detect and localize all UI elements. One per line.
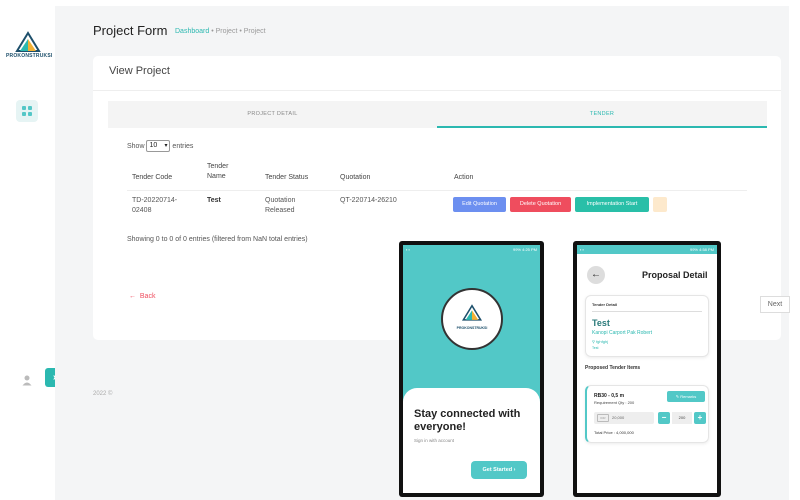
app-logo[interactable]: PROKONSTRUKSI — [6, 30, 53, 59]
breadcrumb-dashboard[interactable]: Dashboard — [175, 28, 209, 35]
notification-icon: ▪ ▪ — [580, 247, 584, 252]
tender-detail-label: Tender Detail — [592, 302, 618, 307]
status-bar: ▪ ▪ 99% 4:25 PM — [403, 245, 540, 254]
divider — [592, 311, 702, 312]
cell-tender-status: Quotation Released — [265, 197, 296, 214]
dashboard-nav-icon[interactable] — [16, 100, 38, 122]
back-arrow-icon[interactable]: ← — [587, 266, 605, 284]
card-title: View Project — [109, 65, 170, 77]
total-price: Total Price : 4,000,000 — [594, 430, 634, 435]
grid-icon — [28, 106, 32, 110]
col-header-action: Action — [454, 174, 474, 181]
status-bar-time: 99% 4:58 PM — [689, 247, 714, 252]
item-requirement: Requirement Qty : 200 — [594, 400, 635, 405]
status-bar: ▪ ▪ 99% 4:58 PM — [577, 245, 717, 254]
divider — [93, 90, 781, 91]
welcome-card: Stay connected with everyone! Sign in wi… — [403, 388, 540, 493]
app-logo-circle: PROKONSTRUKSI — [441, 288, 503, 350]
welcome-screen: ▪ ▪ 99% 4:25 PM PROKONSTRUKSI Stay conne… — [403, 245, 540, 493]
col-header-tender-status: Tender Status — [265, 174, 309, 181]
tender-note: Test — [592, 346, 599, 350]
chevron-down-icon: ▾ — [164, 143, 168, 149]
tender-location: ⚲ fghfghj — [592, 339, 608, 344]
grid-icon — [22, 112, 26, 116]
tab-tender[interactable]: TENDER — [437, 101, 767, 128]
logo-text: PROKONSTRUKSI — [456, 326, 488, 330]
show-entries: Show 10 ▾ entries — [127, 140, 193, 152]
breadcrumb: Dashboard • Project • Project — [175, 28, 266, 35]
notification-icon: ▪ ▪ — [406, 247, 410, 252]
get-started-label: Get Started — [482, 467, 513, 473]
edit-icon: ✎ — [675, 394, 680, 399]
sidebar: PROKONSTRUKSI — [0, 0, 55, 500]
chevron-right-icon: › — [513, 467, 516, 473]
currency-badge: IDR — [597, 414, 609, 422]
back-label: Back — [139, 293, 156, 300]
col-header-quotation: Quotation — [340, 174, 371, 181]
arrow-left-icon: ← — [129, 293, 136, 300]
decrease-qty-button[interactable]: − — [658, 412, 670, 424]
next-page-button[interactable]: Next — [760, 296, 790, 313]
logo-icon — [15, 31, 41, 52]
entries-select[interactable]: 10 ▾ — [146, 140, 171, 152]
item-name: RB30 - 0,5 m — [594, 393, 625, 399]
grid-icon — [28, 112, 32, 116]
show-label: Show — [127, 142, 145, 150]
tab-bar: PROJECT DETAIL TENDER — [108, 101, 767, 128]
welcome-subtext: Sign in with account — [414, 438, 455, 443]
remarks-button[interactable]: ✎ Remarks — [667, 391, 705, 402]
increase-qty-button[interactable]: + — [694, 412, 706, 424]
divider — [127, 190, 747, 191]
location-pin-icon: ⚲ — [592, 339, 595, 344]
welcome-headline: Stay connected with everyone! — [414, 408, 521, 433]
back-link[interactable]: ← Back — [129, 293, 155, 300]
proposal-screen: ▪ ▪ 99% 4:58 PM ← Proposal Detail Tender… — [577, 245, 717, 493]
tender-detail-card: Tender Detail Test Kanopi Carport Pak Ro… — [585, 295, 709, 357]
qty-input[interactable]: 200 — [672, 412, 692, 424]
breadcrumb-project[interactable]: Project — [216, 28, 238, 35]
col-header-tender-name: Tender Name — [207, 163, 229, 180]
tender-project: Kanopi Carport Pak Robert — [592, 330, 653, 336]
edit-quotation-button[interactable]: Edit Quotation — [453, 197, 506, 212]
get-started-button[interactable]: Get Started › — [471, 461, 527, 479]
logo-text: PROKONSTRUKSI — [6, 53, 53, 59]
proposed-items-label: Proposed Tender Items — [585, 365, 641, 371]
status-bar-time: 99% 4:25 PM — [512, 247, 537, 252]
page-title: Project Form — [93, 23, 168, 38]
delete-quotation-button[interactable]: Delete Quotation — [510, 197, 571, 212]
price-input[interactable]: IDR 20,000 — [594, 412, 654, 424]
grid-icon — [22, 106, 26, 110]
tab-project-detail[interactable]: PROJECT DETAIL — [108, 101, 437, 128]
entries-label: entries — [172, 142, 194, 150]
user-icon[interactable] — [21, 374, 33, 386]
tender-location-text: fghfghj — [596, 339, 609, 344]
footer-copyright: 2022 © — [93, 391, 113, 397]
implementation-start-button[interactable]: Implementation Start — [575, 197, 649, 212]
col-header-tender-code: Tender Code — [132, 174, 173, 181]
extra-action-button[interactable] — [653, 197, 667, 212]
phone-mockup-proposal: ▪ ▪ 99% 4:58 PM ← Proposal Detail Tender… — [573, 241, 721, 497]
price-value: 20,000 — [612, 415, 625, 420]
proposal-title: Proposal Detail — [642, 270, 708, 280]
entries-select-value: 10 — [149, 142, 158, 149]
breadcrumb-current: Project — [243, 28, 266, 35]
proposed-item-card: RB30 - 0,5 m Requirement Qty : 200 ✎ Rem… — [585, 385, 709, 443]
cell-tender-code: TD-20220714-02408 — [132, 197, 178, 214]
table-info: Showing 0 to 0 of 0 entries (filtered fr… — [127, 236, 308, 243]
cell-tender-name: Test — [207, 197, 221, 204]
remarks-label: Remarks — [680, 394, 697, 399]
tender-name: Test — [592, 318, 610, 328]
cell-quotation: QT-220714-26210 — [340, 197, 397, 204]
logo-icon — [461, 304, 483, 321]
phone-mockup-welcome: ▪ ▪ 99% 4:25 PM PROKONSTRUKSI Stay conne… — [399, 241, 544, 497]
